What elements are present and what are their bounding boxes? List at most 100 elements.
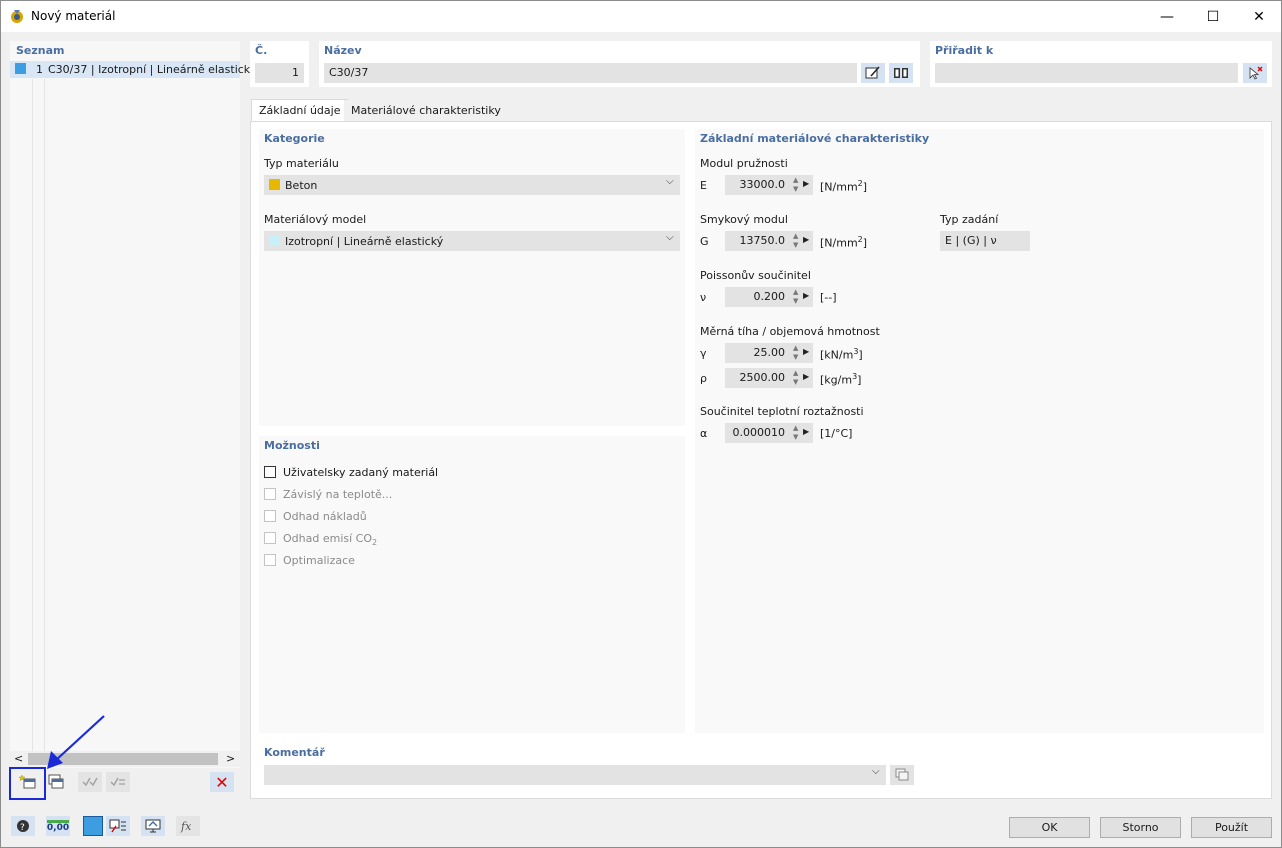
g-input[interactable]: 13750.0 xyxy=(725,231,789,251)
assign-panel: Přiřadit k xyxy=(930,41,1272,87)
assign-field[interactable] xyxy=(935,63,1238,83)
gamma-unit-end: ] xyxy=(858,348,863,362)
input-type-field[interactable]: E | (G) | ν xyxy=(940,231,1030,251)
e-unit-end: ] xyxy=(862,180,868,194)
formula-button[interactable]: fx xyxy=(176,816,200,836)
e-input[interactable]: 33000.0 xyxy=(725,175,789,195)
minimize-button[interactable]: — xyxy=(1144,1,1190,32)
comment-select[interactable]: ⌵ xyxy=(264,765,886,785)
material-type-select[interactable]: Beton ⌵ xyxy=(264,175,680,195)
tab-material-properties[interactable]: Materiálové charakteristiky xyxy=(344,100,508,123)
display-settings-button[interactable] xyxy=(106,816,130,836)
comment-title: Komentář xyxy=(264,746,325,759)
e-spinner[interactable]: ▲ ▼ ▶ xyxy=(789,175,813,195)
g-spinner[interactable]: ▲ ▼ ▶ xyxy=(789,231,813,251)
maximize-button[interactable]: ☐ xyxy=(1190,1,1236,32)
user-defined-label: Uživatelsky zadaný materiál xyxy=(283,466,439,479)
cost-estimate-label: Odhad nákladů xyxy=(283,510,367,523)
weight-label: Měrná tíha / objemová hmotnost xyxy=(700,325,880,338)
ok-button[interactable]: OK xyxy=(1009,817,1090,838)
annotation-arrow xyxy=(47,715,105,769)
alpha-input[interactable]: 0.000010 xyxy=(725,423,789,443)
close-button[interactable]: ✕ xyxy=(1236,1,1282,32)
edit-icon xyxy=(865,66,880,79)
svg-text:fx: fx xyxy=(180,820,192,833)
optimization-checkbox[interactable] xyxy=(264,554,276,566)
material-model-label: Materiálový model xyxy=(264,213,367,226)
rho-input[interactable]: 2500.00 xyxy=(725,368,789,388)
units-button[interactable]: 0,00 xyxy=(46,816,70,836)
nu-spinner[interactable]: ▲ ▼ ▶ xyxy=(789,287,813,307)
gamma-input[interactable]: 25.00 xyxy=(725,343,789,363)
options-panel: Možnosti Uživatelsky zadaný materiál Záv… xyxy=(259,436,685,733)
list-title: Seznam xyxy=(16,44,65,57)
check-all-button[interactable] xyxy=(78,772,102,792)
help-button[interactable]: ? xyxy=(11,816,35,836)
temperature-dependent-checkbox[interactable] xyxy=(264,488,276,500)
nu-symbol: ν xyxy=(700,291,707,304)
alpha-symbol: α xyxy=(700,427,708,440)
name-field[interactable]: C30/37 xyxy=(324,63,857,83)
title-bar: Nový materiál — ☐ ✕ xyxy=(1,1,1281,32)
check-swap-icon xyxy=(110,777,125,787)
chevron-down-icon: ⌵ xyxy=(666,232,674,243)
thermal-label: Součinitel teplotní roztažnosti xyxy=(700,405,864,418)
library-button[interactable] xyxy=(889,63,913,83)
material-model-value: Izotropní | Lineárně elastický xyxy=(285,235,444,248)
options-title: Možnosti xyxy=(264,439,320,452)
color-button[interactable] xyxy=(81,816,105,836)
gamma-unit: [kN/m3] xyxy=(820,347,863,362)
tree-line xyxy=(32,79,33,753)
g-unit-text: [N/mm xyxy=(820,236,858,250)
gamma-spinner[interactable]: ▲ ▼ ▶ xyxy=(789,343,813,363)
number-title: Č. xyxy=(255,44,268,57)
alpha-spinner[interactable]: ▲ ▼ ▶ xyxy=(789,423,813,443)
cancel-button[interactable]: Storno xyxy=(1100,817,1181,838)
copy-material-button[interactable] xyxy=(44,772,68,792)
co2-estimate-label: Odhad emisí CO2 xyxy=(283,532,377,547)
delete-button[interactable]: ✕ xyxy=(210,772,234,792)
rho-spinner[interactable]: ▲ ▼ ▶ xyxy=(789,368,813,388)
check-toggle-button[interactable] xyxy=(106,772,130,792)
temperature-dependent-label: Závislý na teplotě... xyxy=(283,488,393,501)
material-color-icon xyxy=(15,63,26,74)
number-field[interactable]: 1 xyxy=(255,63,304,83)
scroll-left-arrow[interactable]: < xyxy=(14,752,23,765)
assign-title: Přiřadit k xyxy=(935,44,994,57)
check-icon xyxy=(82,777,98,787)
formula-icon: fx xyxy=(180,820,192,833)
optimization-label: Optimalizace xyxy=(283,554,355,567)
material-type-value: Beton xyxy=(285,179,318,192)
tree-line xyxy=(44,79,45,753)
poisson-label: Poissonův součinitel xyxy=(700,269,811,282)
dialog-window: Nový materiál — ☐ ✕ Seznam 1 C30/37 | Iz… xyxy=(0,0,1282,848)
material-model-select[interactable]: Izotropní | Lineárně elastický ⌵ xyxy=(264,231,680,251)
tab-basic[interactable]: Základní údaje xyxy=(251,99,349,122)
modulus-label: Modul pružnosti xyxy=(700,157,788,170)
scroll-right-arrow[interactable]: > xyxy=(226,752,235,765)
pick-assign-button[interactable] xyxy=(1243,63,1267,83)
view-button[interactable] xyxy=(141,816,165,836)
list-item-number: 1 xyxy=(36,63,43,76)
chevron-down-icon: ⌵ xyxy=(872,766,880,777)
g-unit-end: ] xyxy=(862,236,868,250)
list-item[interactable]: 1 C30/37 | Izotropní | Lineárně elastick… xyxy=(10,61,256,78)
apply-button[interactable]: Použít xyxy=(1191,817,1272,838)
comment-panel: Komentář ⌵ xyxy=(259,743,920,789)
library-book-icon xyxy=(894,68,908,78)
delete-icon: ✕ xyxy=(215,772,229,792)
nu-input[interactable]: 0.200 xyxy=(725,287,789,307)
comment-side-panel xyxy=(930,743,1264,789)
cost-estimate-checkbox[interactable] xyxy=(264,510,276,522)
co2-estimate-checkbox[interactable] xyxy=(264,532,276,544)
app-icon xyxy=(9,8,25,24)
shear-label: Smykový modul xyxy=(700,213,788,226)
user-defined-checkbox[interactable] xyxy=(264,466,276,478)
comment-copy-button[interactable] xyxy=(890,765,914,785)
rho-unit-end: ] xyxy=(857,373,862,387)
edit-name-button[interactable] xyxy=(861,63,885,83)
rho-unit-text: [kg/m xyxy=(820,373,853,387)
color-swatch-icon xyxy=(83,816,103,836)
rho-symbol: ρ xyxy=(700,372,707,385)
highlight-box xyxy=(9,767,46,800)
